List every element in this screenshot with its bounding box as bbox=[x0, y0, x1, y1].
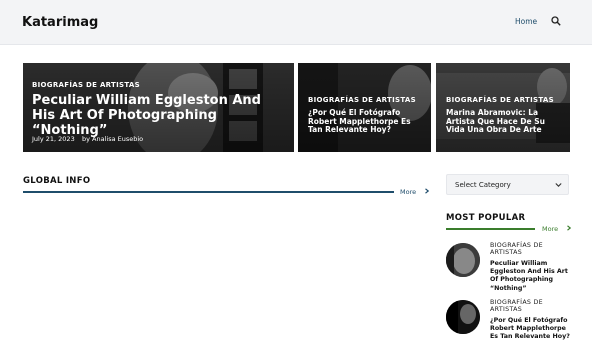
popular-title[interactable]: ¿Por Qué El Fotógrafo Robert Mapplethorp… bbox=[490, 317, 570, 342]
global-info-title: GLOBAL INFO bbox=[23, 176, 91, 186]
featured-card-1[interactable]: BIOGRAFÍAS DE ARTISTAS Peculiar William … bbox=[23, 63, 294, 152]
featured-category[interactable]: BIOGRAFÍAS DE ARTISTAS bbox=[32, 81, 140, 89]
featured-category[interactable]: BIOGRAFÍAS DE ARTISTAS bbox=[446, 96, 554, 104]
global-info-more-link[interactable]: More bbox=[400, 188, 430, 196]
more-label: More bbox=[542, 225, 559, 233]
popular-category[interactable]: BIOGRAFÍAS DE ARTISTAS bbox=[490, 242, 570, 257]
featured-category[interactable]: BIOGRAFÍAS DE ARTISTAS bbox=[308, 96, 416, 104]
nav-home-link[interactable]: Home bbox=[515, 17, 537, 26]
featured-author[interactable]: by Analisa Eusebio bbox=[82, 135, 143, 143]
popular-thumbnail[interactable] bbox=[446, 243, 480, 277]
most-popular-more-link[interactable]: More bbox=[542, 225, 572, 233]
global-info-rule bbox=[23, 191, 394, 193]
chevron-down-icon bbox=[555, 183, 562, 187]
popular-title[interactable]: Peculiar William Eggleston And His Art O… bbox=[490, 260, 570, 293]
most-popular-title: MOST POPULAR bbox=[446, 213, 526, 223]
popular-category[interactable]: BIOGRAFÍAS DE ARTISTAS bbox=[490, 299, 570, 314]
site-header: Katarimag Home bbox=[0, 0, 592, 45]
site-logo[interactable]: Katarimag bbox=[22, 15, 98, 30]
featured-card-3[interactable]: BIOGRAFÍAS DE ARTISTAS Marina Abramovic:… bbox=[436, 63, 570, 152]
featured-title[interactable]: Marina Abramovic: La Artista Que Hace De… bbox=[446, 108, 564, 135]
featured-title[interactable]: ¿Por Qué El Fotógrafo Robert Mapplethorp… bbox=[308, 108, 426, 135]
category-select-value: Select Category bbox=[455, 181, 511, 189]
featured-date: July 21, 2023 bbox=[32, 135, 75, 143]
popular-item-1[interactable]: BIOGRAFÍAS DE ARTISTAS Peculiar William … bbox=[446, 242, 570, 295]
more-label: More bbox=[400, 188, 417, 196]
chevron-right-icon bbox=[567, 225, 572, 231]
search-icon[interactable] bbox=[551, 16, 561, 26]
featured-title[interactable]: Peculiar William Eggleston And His Art O… bbox=[32, 93, 287, 139]
popular-thumbnail[interactable] bbox=[446, 300, 480, 334]
category-select[interactable]: Select Category bbox=[446, 174, 569, 195]
featured-card-2[interactable]: BIOGRAFÍAS DE ARTISTAS ¿Por Qué El Fotóg… bbox=[298, 63, 431, 152]
most-popular-rule bbox=[446, 228, 535, 230]
popular-item-2[interactable]: BIOGRAFÍAS DE ARTISTAS ¿Por Qué El Fotóg… bbox=[446, 299, 570, 352]
chevron-right-icon bbox=[425, 188, 430, 194]
